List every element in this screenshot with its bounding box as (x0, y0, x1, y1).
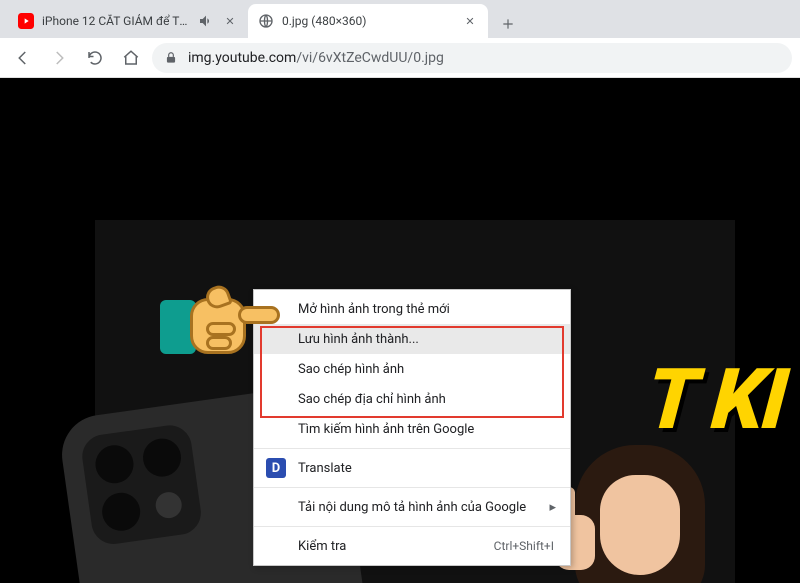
page-viewport[interactable]: T KI Mở hình ảnh trong thẻ mới Lưu hình … (0, 78, 800, 583)
tab-close[interactable] (462, 13, 478, 29)
browser-toolbar: img.youtube.com/vi/6vXtZeCwdUU/0.jpg (0, 38, 800, 78)
back-button[interactable] (8, 43, 38, 73)
ctx-item-label: Mở hình ảnh trong thẻ mới (298, 302, 450, 317)
ctx-separator (254, 487, 570, 488)
forward-button[interactable] (44, 43, 74, 73)
tab-image[interactable]: 0.jpg (480×360) (248, 4, 488, 38)
context-menu: Mở hình ảnh trong thẻ mới Lưu hình ảnh t… (253, 289, 571, 566)
thumb-person-graphic (555, 445, 725, 583)
ctx-item-label: Sao chép hình ảnh (298, 362, 404, 377)
ctx-item-label: Tìm kiếm hình ảnh trên Google (298, 422, 474, 437)
lock-icon (164, 51, 178, 65)
globe-icon (258, 13, 274, 29)
submenu-arrow-icon: ▸ (549, 500, 556, 515)
tab-youtube[interactable]: iPhone 12 CẮT GIẢM để TIẾT (8, 4, 248, 38)
reload-button[interactable] (80, 43, 110, 73)
ctx-inspect[interactable]: Kiểm tra Ctrl+Shift+I (254, 531, 570, 561)
youtube-icon (18, 13, 34, 29)
tab-title: 0.jpg (480×360) (282, 14, 454, 28)
ctx-image-description[interactable]: Tải nội dung mô tả hình ảnh của Google ▸ (254, 492, 570, 522)
ctx-item-label: Lưu hình ảnh thành... (298, 332, 419, 347)
mute-icon[interactable] (198, 13, 214, 29)
tab-close[interactable] (222, 13, 238, 29)
ctx-shortcut: Ctrl+Shift+I (494, 539, 554, 553)
thumb-headline: T KI (642, 350, 789, 449)
extension-badge-icon: D (266, 458, 286, 478)
ctx-open-new-tab[interactable]: Mở hình ảnh trong thẻ mới (254, 294, 570, 324)
new-tab-button[interactable] (494, 10, 522, 38)
ctx-copy-image[interactable]: Sao chép hình ảnh (254, 354, 570, 384)
ctx-separator (254, 448, 570, 449)
url-text: img.youtube.com/vi/6vXtZeCwdUU/0.jpg (188, 50, 780, 66)
tab-strip: iPhone 12 CẮT GIẢM để TIẾT 0.jpg (480×36… (0, 0, 800, 38)
ctx-translate[interactable]: D Translate (254, 453, 570, 483)
ctx-copy-image-address[interactable]: Sao chép địa chỉ hình ảnh (254, 384, 570, 414)
ctx-save-image-as[interactable]: Lưu hình ảnh thành... (254, 324, 570, 354)
ctx-item-label: Translate (298, 461, 352, 476)
ctx-search-google[interactable]: Tìm kiếm hình ảnh trên Google (254, 414, 570, 444)
home-button[interactable] (116, 43, 146, 73)
address-bar[interactable]: img.youtube.com/vi/6vXtZeCwdUU/0.jpg (152, 43, 792, 73)
ctx-item-label: Kiểm tra (298, 539, 346, 554)
tab-title: iPhone 12 CẮT GIẢM để TIẾT (42, 14, 190, 28)
ctx-separator (254, 526, 570, 527)
ctx-item-label: Tải nội dung mô tả hình ảnh của Google (298, 500, 526, 515)
thumb-black-bar (95, 160, 735, 220)
ctx-item-label: Sao chép địa chỉ hình ảnh (298, 392, 446, 407)
